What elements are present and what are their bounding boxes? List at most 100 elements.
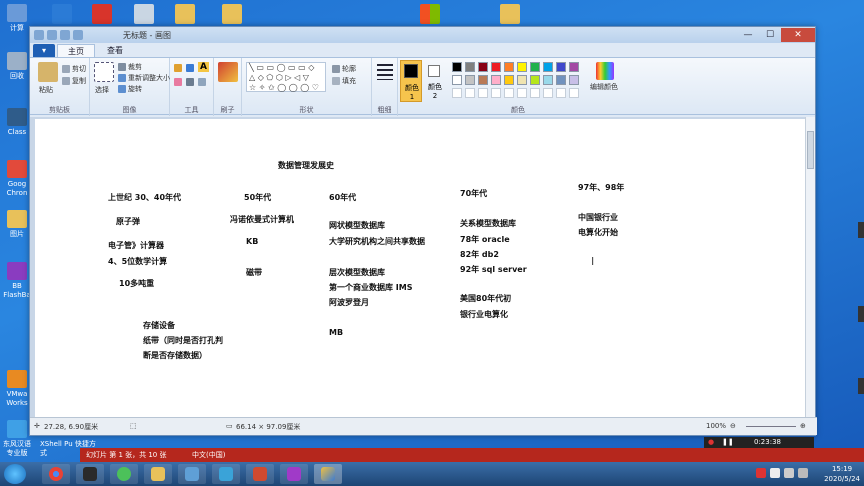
side-button[interactable] bbox=[858, 222, 864, 238]
desktop-app-icon[interactable] bbox=[52, 4, 72, 24]
start-button[interactable] bbox=[4, 464, 26, 484]
taskbar-explorer[interactable] bbox=[144, 464, 172, 484]
network-icon[interactable] bbox=[784, 468, 794, 478]
empty-color-swatch[interactable] bbox=[569, 88, 579, 98]
brush-icon[interactable] bbox=[218, 62, 238, 82]
color-swatch[interactable] bbox=[530, 75, 540, 85]
paste-icon[interactable] bbox=[38, 62, 58, 82]
desktop-folder-icon[interactable] bbox=[500, 4, 520, 24]
taskbar-app[interactable] bbox=[178, 464, 206, 484]
fill-button[interactable]: 填充 bbox=[332, 76, 356, 86]
color-swatch[interactable] bbox=[452, 62, 462, 72]
tab-home[interactable]: 主页 bbox=[57, 44, 95, 57]
record-icon[interactable]: ● bbox=[708, 438, 714, 446]
empty-color-swatch[interactable] bbox=[530, 88, 540, 98]
rotate-button[interactable]: 旋转 bbox=[118, 84, 142, 94]
save-icon[interactable] bbox=[47, 30, 57, 40]
empty-color-swatch[interactable] bbox=[517, 88, 527, 98]
taskbar-chrome[interactable] bbox=[42, 464, 70, 484]
color-picker-icon[interactable] bbox=[186, 78, 194, 86]
outline-button[interactable]: 轮廓 bbox=[332, 64, 356, 74]
taskbar-app[interactable] bbox=[76, 464, 104, 484]
desktop-app-icon[interactable] bbox=[134, 4, 154, 24]
resize-button[interactable]: 重新调整大小 bbox=[118, 73, 170, 83]
paste-button[interactable]: 粘贴 bbox=[39, 85, 53, 95]
zoom-in-button[interactable]: ⊕ bbox=[800, 422, 806, 430]
color-swatch[interactable] bbox=[504, 62, 514, 72]
color-swatch[interactable] bbox=[569, 75, 579, 85]
desktop-windows-icon[interactable] bbox=[420, 4, 440, 24]
color-swatch[interactable] bbox=[556, 62, 566, 72]
color-swatch[interactable] bbox=[517, 75, 527, 85]
maximize-button[interactable]: ☐ bbox=[759, 28, 781, 42]
tab-view[interactable]: 查看 bbox=[97, 44, 133, 57]
crop-button[interactable]: 裁剪 bbox=[118, 62, 142, 72]
zoom-out-button[interactable]: ⊖ bbox=[730, 422, 736, 430]
redo-icon[interactable] bbox=[73, 30, 83, 40]
side-button[interactable] bbox=[858, 378, 864, 394]
color-swatch[interactable] bbox=[556, 75, 566, 85]
edit-colors-icon[interactable] bbox=[596, 62, 614, 80]
desktop-folder-icon[interactable] bbox=[175, 4, 195, 24]
color-swatch[interactable] bbox=[517, 62, 527, 72]
edit-colors-button[interactable]: 编辑颜色 bbox=[590, 82, 618, 92]
color-swatch[interactable] bbox=[543, 62, 553, 72]
desktop-app-icon[interactable] bbox=[92, 4, 112, 24]
empty-color-swatch[interactable] bbox=[478, 88, 488, 98]
system-clock[interactable]: 15:19 2020/5/24 bbox=[824, 464, 860, 484]
color-swatch[interactable] bbox=[504, 75, 514, 85]
side-button[interactable] bbox=[858, 306, 864, 322]
cut-button[interactable]: 剪切 bbox=[62, 64, 86, 74]
taskbar-app[interactable] bbox=[212, 464, 240, 484]
ime-icon[interactable] bbox=[756, 468, 766, 478]
taskbar-recorder[interactable] bbox=[280, 464, 308, 484]
empty-color-swatch[interactable] bbox=[556, 88, 566, 98]
empty-color-swatch[interactable] bbox=[452, 88, 462, 98]
fill-icon[interactable] bbox=[186, 64, 194, 72]
color2-button[interactable]: 颜色 2 bbox=[424, 60, 446, 102]
color-swatch[interactable] bbox=[465, 75, 475, 85]
scrollbar-thumb[interactable] bbox=[807, 131, 814, 169]
color-swatch[interactable] bbox=[478, 62, 488, 72]
volume-icon[interactable] bbox=[798, 468, 808, 478]
magnifier-icon[interactable] bbox=[198, 78, 206, 86]
desktop-folder-icon[interactable] bbox=[222, 4, 242, 24]
undo-icon[interactable] bbox=[60, 30, 70, 40]
select-button[interactable]: 选择 bbox=[95, 85, 109, 95]
eraser-icon[interactable] bbox=[174, 78, 182, 86]
empty-color-swatch[interactable] bbox=[504, 88, 514, 98]
pause-icon[interactable]: ❚❚ bbox=[722, 438, 734, 446]
col1-item1: 原子弹 bbox=[116, 217, 140, 226]
empty-color-swatch[interactable] bbox=[491, 88, 501, 98]
tray-icon[interactable] bbox=[770, 468, 780, 478]
color-swatch[interactable] bbox=[569, 62, 579, 72]
pencil-icon[interactable] bbox=[174, 64, 182, 72]
color-swatch[interactable] bbox=[491, 75, 501, 85]
taskbar-paint[interactable] bbox=[314, 464, 342, 484]
taskbar-ppt[interactable] bbox=[246, 464, 274, 484]
color-swatch[interactable] bbox=[452, 75, 462, 85]
taskbar-wechat[interactable] bbox=[110, 464, 138, 484]
close-button[interactable]: ✕ bbox=[781, 28, 815, 42]
color-swatch[interactable] bbox=[543, 75, 553, 85]
paint-app-icon[interactable] bbox=[34, 30, 44, 40]
copy-button[interactable]: 复制 bbox=[62, 76, 86, 86]
select-icon[interactable] bbox=[94, 62, 114, 82]
line-size-icon[interactable] bbox=[377, 64, 393, 80]
minimize-button[interactable]: — bbox=[737, 28, 759, 42]
brushes-label[interactable]: 刷子 bbox=[214, 105, 241, 115]
color1-button[interactable]: 颜色 1 bbox=[400, 60, 422, 102]
color-swatch[interactable] bbox=[491, 62, 501, 72]
empty-color-swatch[interactable] bbox=[465, 88, 475, 98]
shapes-gallery[interactable]: ╲ ▭ ▭ ◯ ▭ ▭ ◇ △ ◇ ⬠ ⬡ ▷ ◁ ▽ ☆ ✧ ✩ ◯ ◯ ◯ … bbox=[246, 62, 326, 92]
size-label[interactable]: 粗细 bbox=[372, 105, 397, 115]
drawing-canvas[interactable]: 数据管理发展史 上世纪 30、40年代 原子弹 电子管》计算器 4、5位数学计算… bbox=[35, 119, 806, 417]
empty-color-swatch[interactable] bbox=[543, 88, 553, 98]
paint-menu-button[interactable]: ▾ bbox=[33, 44, 55, 57]
color-swatch[interactable] bbox=[465, 62, 475, 72]
text-icon[interactable]: A bbox=[198, 62, 209, 72]
vertical-scrollbar[interactable] bbox=[805, 117, 815, 417]
color-swatch[interactable] bbox=[530, 62, 540, 72]
color-swatch[interactable] bbox=[478, 75, 488, 85]
zoom-slider[interactable] bbox=[746, 426, 796, 427]
